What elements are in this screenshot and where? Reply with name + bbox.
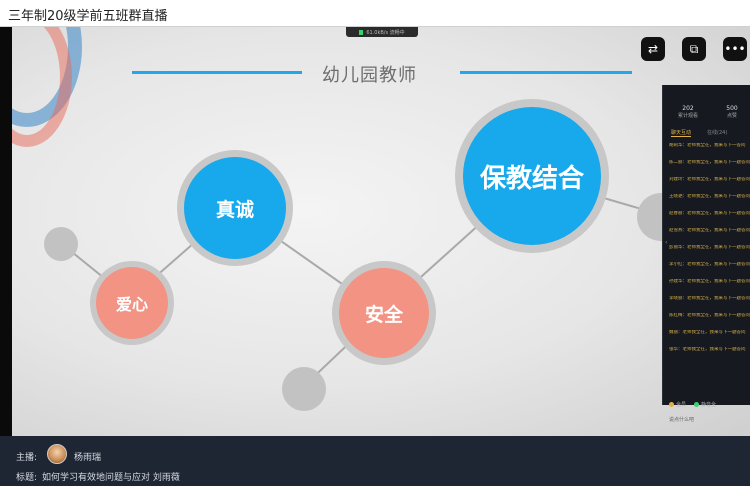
chat-message: 李小红：老师我全在，我来写下一题答问 xyxy=(669,262,750,267)
tab-chat[interactable]: 聊天互动 xyxy=(671,129,692,137)
chat-message: 李晓丽：老师我全在，我来写下一题答问 xyxy=(669,296,750,301)
chat-message: 王晓艳：老师我全在，我来写下一题答问 xyxy=(669,194,750,199)
node-aixin: 爱心 xyxy=(96,267,168,339)
chat-message: 赵春丽：老师我全在，我来写下一题答问 xyxy=(669,211,750,216)
presentation-slide: 幼儿园教师 真诚 爱心 安全 保教结合 xyxy=(12,27,750,436)
live-video-stage[interactable]: 幼儿园教师 真诚 爱心 安全 保教结合 61.0kB/s 流畅中 ⇄ ⧉ •••… xyxy=(0,27,750,436)
chat-message: 魏丽：老师我全在，我来写下一题答问 xyxy=(669,330,746,335)
stat-views-label: 累计观看 xyxy=(677,113,698,119)
node-baojiaojiehe: 保教结合 xyxy=(463,107,601,245)
all-members-label: 全员 xyxy=(676,402,687,408)
stream-info-bar: 主播: 杨雨瑞 标题: 如何学习有效地问题与应对 刘雨薇 xyxy=(0,436,750,486)
gray-node-left xyxy=(44,227,78,261)
network-status-pill: 61.0kB/s 流畅中 xyxy=(346,27,418,37)
subject-label: 标题: xyxy=(16,473,38,483)
more-button[interactable]: ••• xyxy=(723,37,747,61)
chat-message-list: 胡莉华：老师我全在，我来写下一答问 陈二丽：老师我全在，我来写下一题答问 刘建玲… xyxy=(669,143,750,364)
tab-online[interactable]: 在线(24) xyxy=(707,129,727,136)
heading-line-right xyxy=(460,71,632,74)
chat-message: 胡莉华：老师我全在，我来写下一答问 xyxy=(669,143,746,148)
host-name: 杨雨瑞 xyxy=(74,453,102,463)
host-label: 主播: xyxy=(16,453,38,463)
node-zhencheng: 真诚 xyxy=(184,157,286,259)
popout-window-button[interactable]: ⧉ xyxy=(682,37,706,61)
mute-all-label: 静音全 xyxy=(701,402,717,408)
all-members-toggle[interactable]: 全员 xyxy=(669,401,686,408)
left-edge-strip xyxy=(0,27,12,436)
chat-message: 孙建华：老师我全在，我来写下一题答问 xyxy=(669,279,750,284)
window-title: 三年制20级学前五班群直播 xyxy=(8,9,168,24)
collapse-icon[interactable]: ‹ xyxy=(665,239,667,246)
screen-switch-button[interactable]: ⇄ xyxy=(641,37,665,61)
stat-likes-label: 点赞 xyxy=(726,113,737,119)
screen-switch-icon: ⇄ xyxy=(647,42,659,56)
node-connectors xyxy=(61,176,663,389)
signal-icon xyxy=(359,29,364,35)
chat-message: 赵雪燕：老师我全在，我来写下一题答问 xyxy=(669,228,750,233)
chat-message: 陈二丽：老师我全在，我来写下一题答问 xyxy=(669,160,750,165)
subject-text: 如何学习有效地问题与应对 刘雨薇 xyxy=(42,473,180,483)
more-icon: ••• xyxy=(724,42,746,56)
chat-message: 张华：老师我全在，我来写下一题答问 xyxy=(669,347,746,352)
chat-input[interactable]: 说点什么吧 xyxy=(669,416,694,423)
host-avatar[interactable] xyxy=(47,444,67,464)
chat-message: 陈红梅：老师我全在，我来写下一题答问 xyxy=(669,313,750,318)
stat-views-value: 202 xyxy=(682,105,694,112)
mute-all-toggle[interactable]: 静音全 xyxy=(694,401,716,408)
node-anquan: 安全 xyxy=(339,268,429,358)
stat-views: 202 累计观看 xyxy=(673,105,703,119)
stat-likes: 500 点赞 xyxy=(717,105,747,119)
title-bar: 三年制20级学前五班群直播 xyxy=(0,0,750,27)
chat-message: 刘建玲：老师我全在，我来写下一题答问 xyxy=(669,177,750,182)
popout-window-icon: ⧉ xyxy=(689,41,699,56)
network-status-text: 61.0kB/s 流畅中 xyxy=(366,29,405,36)
stat-likes-value: 500 xyxy=(726,105,738,112)
chat-message: 彭丽华：老师我全在，我来写下一题答问 xyxy=(669,245,750,250)
heading-line-left xyxy=(132,71,302,74)
chat-panel: ‹ 202 累计观看 500 点赞 聊天互动 在线(24) 胡莉华：老师我全在，… xyxy=(662,85,750,423)
panel-bottom-controls: 全员 静音全 xyxy=(669,401,716,408)
slide-heading: 幼儿园教师 xyxy=(322,65,417,86)
gray-node-bottom xyxy=(282,367,326,411)
